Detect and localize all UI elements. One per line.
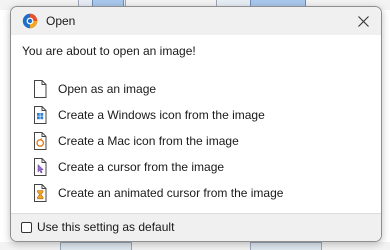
document-icon <box>34 80 47 98</box>
option-label: Create a cursor from the image <box>58 160 225 174</box>
animated-cursor-file-icon <box>34 184 47 202</box>
option-create-cursor[interactable]: Create a cursor from the image <box>32 157 224 177</box>
default-setting-checkbox[interactable] <box>21 221 32 233</box>
windows-icon-file-icon <box>34 106 47 124</box>
dialog-footer: Use this setting as default <box>11 213 381 241</box>
close-button[interactable] <box>345 7 381 35</box>
dialog-content: You are about to open an image! Open as … <box>11 35 381 213</box>
option-label: Open as an image <box>58 82 157 96</box>
cursor-file-icon <box>34 158 47 176</box>
default-setting-row[interactable]: Use this setting as default <box>21 220 174 234</box>
close-icon <box>357 15 369 27</box>
option-label: Create an animated cursor from the image <box>58 186 284 200</box>
option-create-windows-icon[interactable]: Create a Windows icon from the image <box>32 105 265 125</box>
background-tile <box>60 242 132 250</box>
mac-icon-file-icon <box>34 132 47 150</box>
option-create-animated-cursor[interactable]: Create an animated cursor from the image <box>32 183 283 203</box>
dialog-title: Open <box>46 14 76 28</box>
option-label: Create a Mac icon from the image <box>58 134 239 148</box>
option-create-mac-icon[interactable]: Create a Mac icon from the image <box>32 131 239 151</box>
option-label: Create a Windows icon from the image <box>58 108 265 122</box>
app-logo-icon <box>22 13 38 29</box>
option-open-as-image[interactable]: Open as an image <box>32 79 156 99</box>
background-tile <box>250 242 322 250</box>
background-app-bottom <box>0 242 390 250</box>
dialog-titlebar: Open <box>11 7 381 35</box>
dialog-message: You are about to open an image! <box>22 44 196 58</box>
default-setting-label: Use this setting as default <box>37 220 175 234</box>
open-dialog: Open You are about to open an image! Ope… <box>10 6 382 242</box>
